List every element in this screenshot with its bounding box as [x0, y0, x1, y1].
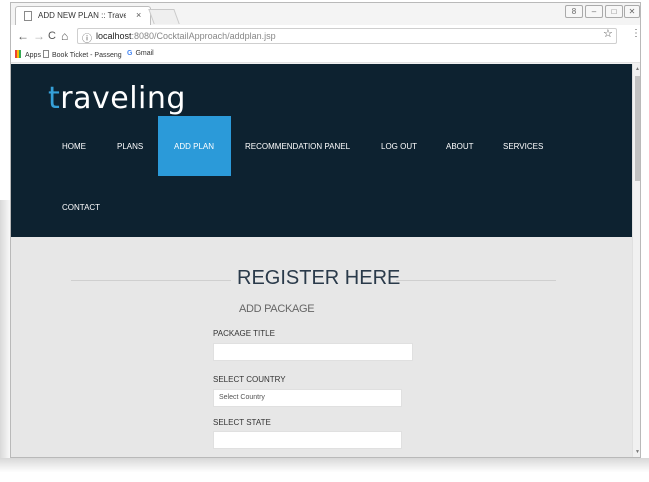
state-select[interactable] [213, 431, 402, 449]
site-header: traveling HOME PLANS ADD PLAN RECOMMENDA… [11, 64, 632, 237]
bookmark-apps[interactable]: Apps [15, 50, 41, 59]
bookmark-book-ticket[interactable]: Book Ticket - Passeng [43, 50, 122, 59]
logo-first-letter: t [48, 81, 61, 116]
vertical-scrollbar[interactable]: ▲ ▼ [632, 64, 640, 457]
nav-log-out[interactable]: LOG OUT [381, 142, 417, 151]
url-text: localhost:8080/CocktailApproach/addplan.… [96, 31, 276, 41]
divider-left [71, 280, 231, 281]
page-viewport: traveling HOME PLANS ADD PLAN RECOMMENDA… [11, 64, 632, 457]
apps-label: Apps [25, 52, 41, 59]
nav-services[interactable]: SERVICES [503, 142, 543, 151]
close-tab-icon[interactable]: × [136, 10, 141, 20]
browser-tab[interactable]: ADD NEW PLAN :: Travel × [15, 6, 151, 25]
logo-rest: raveling [60, 81, 186, 116]
back-arrow-icon[interactable]: ← [17, 29, 29, 43]
apps-icon [15, 50, 23, 58]
info-icon[interactable]: ⓘ [82, 30, 92, 45]
gmail-label: Gmail [135, 50, 154, 57]
forward-arrow-icon[interactable]: → [33, 29, 45, 43]
page-icon [24, 11, 32, 21]
browser-window: ADD NEW PLAN :: Travel × 8 – □ ✕ ← → C ⌂… [10, 2, 641, 458]
maximize-button[interactable]: □ [605, 5, 623, 18]
nav-contact[interactable]: CONTACT [62, 203, 100, 212]
home-icon[interactable]: ⌂ [61, 29, 68, 43]
nav-add-plan[interactable]: ADD PLAN [174, 142, 214, 151]
bookmark-gmail[interactable]: G Gmail [127, 50, 154, 57]
scroll-thumb[interactable] [635, 76, 640, 181]
url-host: localhost [96, 31, 132, 41]
form-section: REGISTER HERE ADD PACKAGE PACKAGE TITLE … [11, 237, 632, 457]
nav-home[interactable]: HOME [62, 142, 86, 151]
site-logo[interactable]: traveling [48, 81, 186, 116]
scroll-up-arrow-icon[interactable]: ▲ [635, 66, 640, 72]
bookmarks-bar: Apps Book Ticket - Passeng G Gmail [11, 47, 640, 63]
tab-strip: ADD NEW PLAN :: Travel × 8 – □ ✕ [11, 3, 640, 25]
book-ticket-label: Book Ticket - Passeng [52, 52, 122, 59]
new-tab-button[interactable] [148, 9, 180, 24]
reload-icon[interactable]: C [48, 30, 56, 42]
close-window-button[interactable]: ✕ [624, 5, 640, 18]
url-path: :8080/CocktailApproach/addplan.jsp [131, 31, 276, 41]
menu-icon[interactable]: ⋮ [631, 28, 640, 39]
package-title-label: PACKAGE TITLE [213, 329, 275, 338]
form-title: REGISTER HERE [237, 267, 401, 289]
divider-right [396, 280, 556, 281]
nav-about[interactable]: ABOUT [446, 142, 474, 151]
minimize-button[interactable]: – [585, 5, 603, 18]
country-select[interactable]: Select Country [213, 389, 402, 407]
user-icon[interactable]: 8 [565, 5, 583, 18]
address-bar-row: ← → C ⌂ ⓘ localhost:8080/CocktailApproac… [11, 25, 640, 47]
bottom-edge-shadow [0, 458, 649, 482]
bookmark-star-icon[interactable]: ☆ [603, 27, 613, 40]
nav-recommendation-panel[interactable]: RECOMMENDATION PANEL [245, 142, 350, 151]
google-icon: G [127, 50, 133, 57]
tab-title: ADD NEW PLAN :: Travel [38, 11, 126, 20]
nav-plans[interactable]: PLANS [117, 142, 143, 151]
page-icon [43, 50, 49, 58]
url-input[interactable]: ⓘ localhost:8080/CocktailApproach/addpla… [77, 28, 617, 45]
state-label: SELECT STATE [213, 418, 271, 427]
scroll-down-arrow-icon[interactable]: ▼ [635, 449, 640, 455]
package-title-input[interactable] [213, 343, 413, 361]
country-label: SELECT COUNTRY [213, 375, 286, 384]
form-subtitle: ADD PACKAGE [239, 303, 315, 315]
